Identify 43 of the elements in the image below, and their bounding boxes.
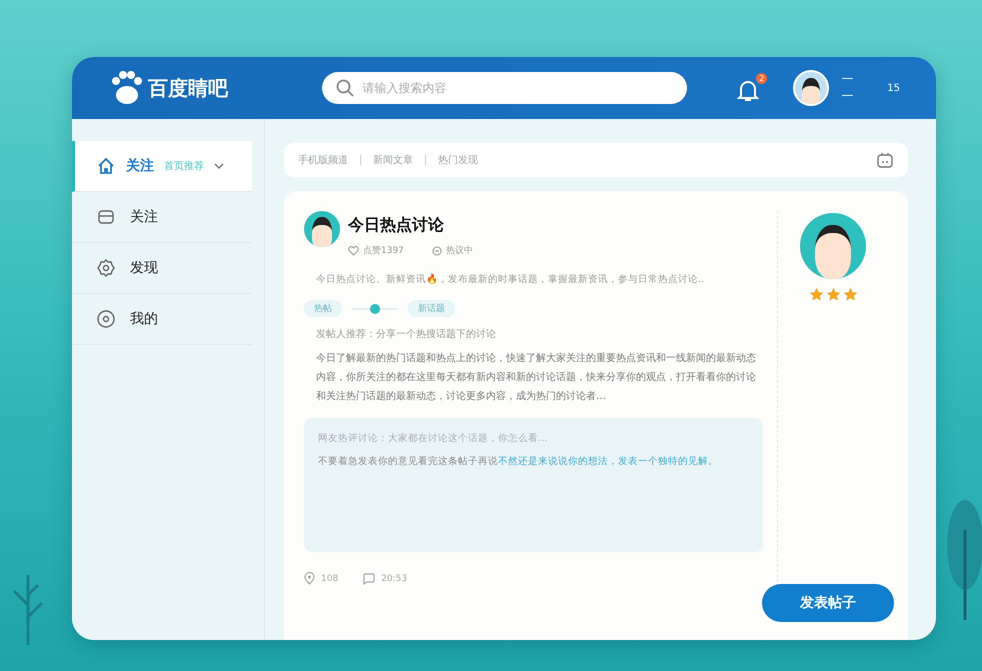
chevron-down-icon: [214, 163, 224, 169]
search-field[interactable]: 请输入搜索内容: [322, 72, 688, 104]
notification-button[interactable]: 2: [737, 73, 768, 103]
user-level: 15: [887, 82, 900, 94]
sidebar-item[interactable]: 关注: [72, 192, 252, 243]
slider-connector-drawing: [350, 302, 400, 314]
post-summary: 今日热点讨论、新鲜资讯🔥，发布最新的时事话题，掌握最新资讯，参与日常热点讨论..: [316, 273, 706, 286]
post-body: 今日了解最新的热门话题和热点上的讨论，快速了解大家关注的重要热点资讯和一线新闻的最新动态内容，你所关注的都在这里每天都有新内容和新的讨论话题，快来分享你的观点，打开看看你的讨论和关注热门话题的最新动态，讨论更多内容，成为热门的讨论者…: [316, 352, 757, 404]
quote-text: 不要着急发表你的意见看完这条帖子再说不然还是来说说你的想法，发表一个独特的见解。: [318, 455, 719, 468]
quote-note: 网友热评讨论：大家都在讨论这个话题，你怎么看…: [318, 432, 548, 445]
user-name: 一一: [841, 71, 854, 105]
target-icon: [96, 309, 116, 329]
bell-icon: [737, 79, 760, 103]
breadcrumb-link[interactable]: 手机版频道: [298, 153, 348, 167]
star-icon: [808, 287, 824, 302]
home-icon: [96, 156, 116, 176]
like-count: 点赞1397: [363, 244, 404, 257]
location-count: 108: [321, 574, 338, 584]
tag[interactable]: 热帖: [304, 300, 342, 317]
tag[interactable]: 新话题: [408, 300, 455, 317]
sidebar-item[interactable]: 我的: [72, 294, 252, 345]
heart-icon: [348, 246, 359, 256]
post-subtitle: 发帖人推荐：分享一个热搜话题下的讨论: [316, 328, 497, 341]
avatar[interactable]: [793, 70, 830, 106]
post-time: 20:53: [381, 574, 408, 584]
avatar: [304, 211, 340, 247]
search-icon: [336, 79, 354, 97]
logo-text: 百度睛吧: [148, 74, 228, 102]
sidebar-item[interactable]: 发现: [72, 243, 252, 294]
post-title: 今日热点讨论: [348, 215, 445, 236]
breadcrumb-link[interactable]: 热门发现: [438, 153, 478, 167]
star-icon: [842, 287, 858, 302]
sidebar-item[interactable]: 关注 首页推荐: [72, 141, 252, 192]
publish-button[interactable]: 发表帖子: [762, 584, 894, 622]
post-status: 热议中: [446, 244, 473, 257]
breadcrumb-link[interactable]: 新闻文章: [373, 153, 413, 167]
robot-icon[interactable]: [876, 151, 894, 169]
quote-link[interactable]: 不然还是来说说你的想法，发表一个独特的见解。: [498, 456, 718, 467]
comment-icon: [362, 572, 376, 584]
gear-icon: [96, 258, 116, 278]
location-pin-icon: [304, 572, 315, 585]
star-icon: [826, 287, 840, 302]
notification-badge: 2: [756, 73, 768, 84]
